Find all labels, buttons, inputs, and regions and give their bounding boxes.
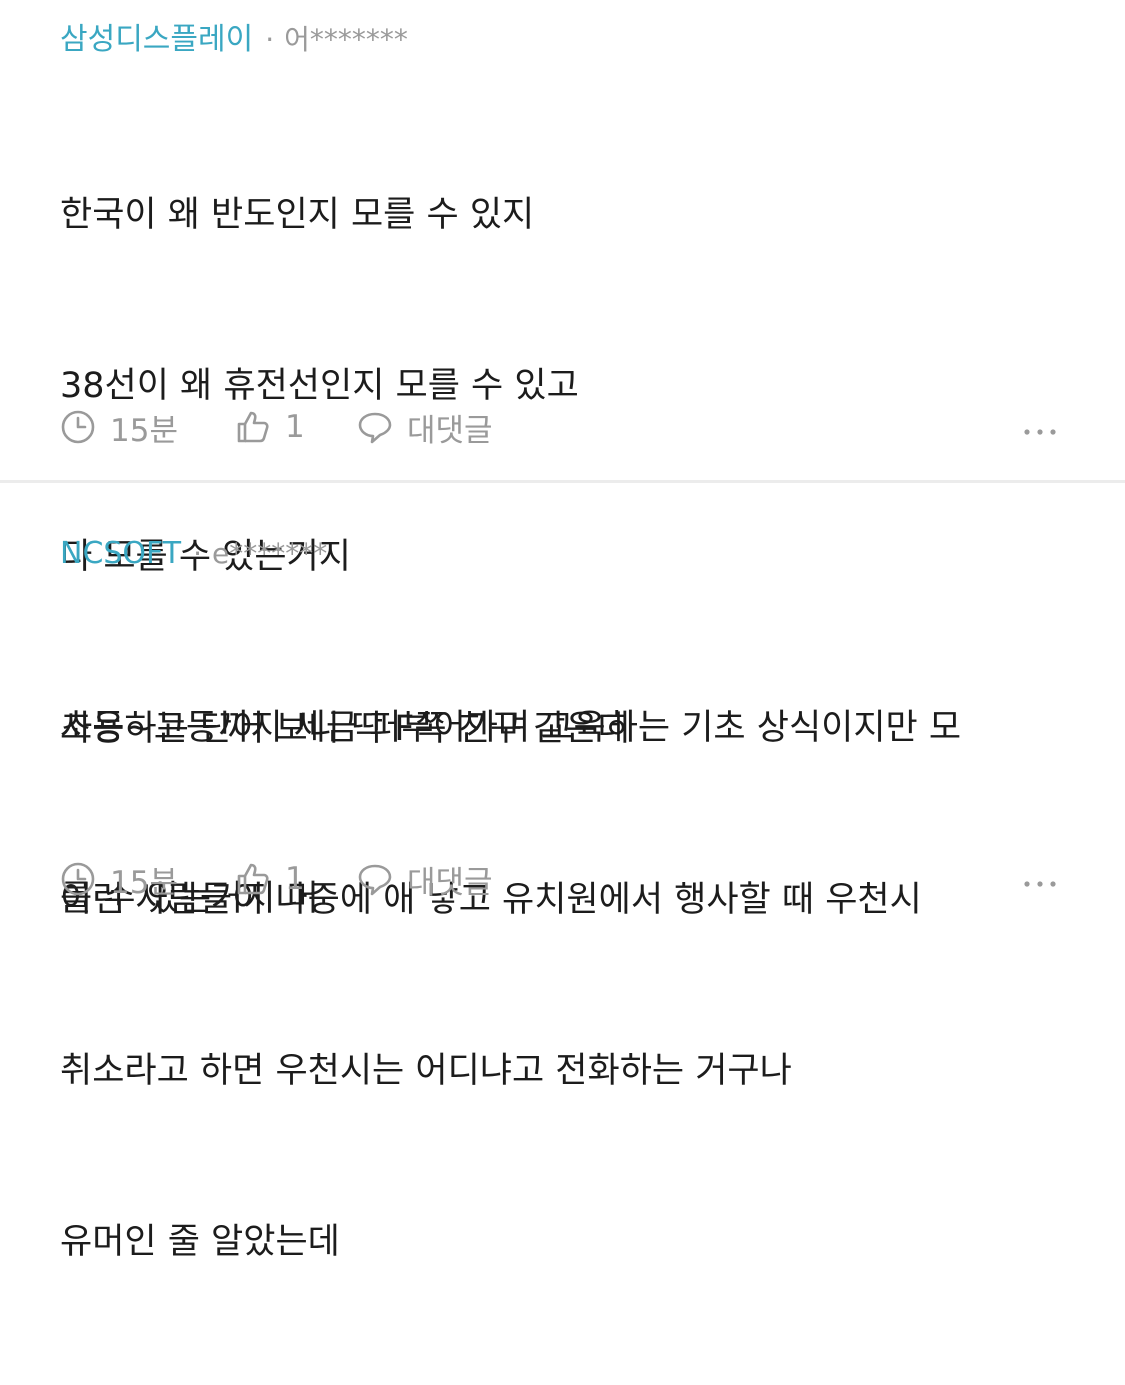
speech-bubble-icon [357,861,407,897]
like-count: 1 [285,409,305,445]
meta-separator: · [265,23,275,56]
more-dots-icon [1023,861,1057,897]
user-id: e******* [212,537,328,570]
thumbs-up-icon [235,409,285,445]
time-info: 15분 [60,857,235,902]
reply-button[interactable]: 대댓글 [357,857,493,902]
like-count: 1 [285,861,305,897]
comment-actions: 15분 1 대댓글 [60,854,1057,904]
more-button[interactable] [1023,409,1057,445]
time-label: 15분 [110,412,178,449]
comment-line: 사용하는 단어 보니 딱 F쪽 친구 같은데 [60,709,630,749]
comment-line: 유머인 줄 알았는데 [60,1222,340,1262]
thumbs-up-icon [235,861,285,897]
like-button[interactable]: 1 [235,409,357,445]
comment-body: 사용하는 단어 보니 딱 F쪽 친구 같은데 이런 사람들이 나중에 애 낳고 … [60,587,1080,1385]
speech-bubble-icon [357,409,407,445]
reply-button[interactable]: 대댓글 [357,405,493,450]
company-name[interactable]: 삼성디스플레이 [60,18,253,62]
meta-separator: · [193,537,203,570]
comment-divider [0,480,1125,483]
clock-icon [60,861,110,897]
comment-line: 한국이 왜 반도인지 모를 수 있지 [60,195,535,235]
reply-label: 대댓글 [407,864,493,901]
comment-actions: 15분 1 대댓글 [60,402,1057,452]
comment-meta: NCSOFT · e******* [60,532,1085,576]
user-id: 어******* [284,23,408,56]
clock-icon [60,409,110,445]
comment-meta: 삼성디스플레이 · 어******* [60,18,1085,62]
comment-line: 취소라고 하면 우천시는 어디냐고 전화하는 거구나 [60,1051,792,1091]
comment-item: NCSOFT · e******* 사용하는 단어 보니 딱 F쪽 친구 같은데… [0,532,1125,1385]
more-dots-icon [1023,409,1057,445]
time-label: 15분 [110,864,178,901]
company-name[interactable]: NCSOFT [60,532,181,576]
more-button[interactable] [1023,861,1057,897]
like-button[interactable]: 1 [235,861,357,897]
time-info: 15분 [60,405,235,450]
reply-label: 대댓글 [407,412,493,449]
